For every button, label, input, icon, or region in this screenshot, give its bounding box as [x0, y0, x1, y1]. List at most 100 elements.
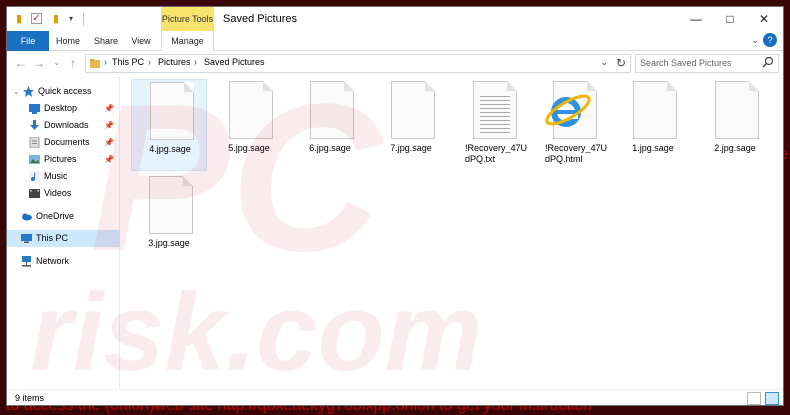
- nav-music[interactable]: Music: [7, 168, 120, 185]
- blank-file-icon: [149, 176, 193, 234]
- network-icon: [22, 256, 31, 267]
- file-item[interactable]: 5.jpg.sage: [211, 79, 287, 171]
- up-arrow-icon[interactable]: ↑: [65, 55, 81, 71]
- blank-file-icon: [715, 81, 759, 139]
- nav-label: Quick access: [38, 86, 92, 96]
- nav-label: Pictures: [44, 154, 77, 164]
- maximize-button[interactable]: □: [713, 7, 747, 31]
- file-name: 6.jpg.sage: [309, 143, 351, 153]
- breadcrumb-saved-pictures[interactable]: Saved Pictures: [204, 57, 265, 67]
- chevron-down-icon[interactable]: ⌄: [13, 83, 20, 100]
- search-placeholder: Search Saved Pictures: [640, 58, 732, 68]
- details-view-icon[interactable]: [747, 392, 761, 405]
- pin-icon[interactable]: 📌: [104, 134, 114, 151]
- folder-icon[interactable]: ▮: [13, 13, 25, 25]
- blank-file-icon: [150, 82, 194, 140]
- file-name: 4.jpg.sage: [149, 144, 191, 154]
- text-file-icon: [473, 81, 517, 139]
- nav-desktop[interactable]: Desktop 📌: [7, 100, 120, 117]
- file-item[interactable]: !Recovery_47UdPQ.txt: [455, 79, 531, 171]
- desktop-icon: [29, 104, 40, 114]
- html-file-icon: [545, 81, 597, 139]
- nav-label: Videos: [44, 188, 72, 198]
- tab-view[interactable]: View: [125, 31, 157, 51]
- tab-manage[interactable]: Manage: [161, 31, 214, 52]
- large-icons-view-icon[interactable]: [765, 392, 779, 405]
- chevron-down-icon[interactable]: ⌄: [751, 35, 759, 46]
- file-item[interactable]: 7.jpg.sage: [373, 79, 449, 171]
- document-icon: [29, 137, 40, 148]
- file-item[interactable]: !Recovery_47UdPQ.html: [535, 79, 611, 171]
- blank-file-icon: [229, 81, 273, 139]
- properties-icon[interactable]: ✓: [31, 13, 42, 24]
- nav-this-pc[interactable]: This PC: [7, 230, 120, 247]
- nav-network[interactable]: Network: [7, 253, 120, 270]
- breadcrumb-pictures[interactable]: Pictures: [158, 57, 191, 67]
- file-item[interactable]: 2.jpg.sage: [697, 79, 773, 171]
- customize-toolbar-icon[interactable]: ▾: [65, 13, 77, 25]
- blank-file-icon: [310, 81, 354, 139]
- tab-share[interactable]: Share: [89, 31, 123, 51]
- forward-arrow-icon[interactable]: →: [31, 55, 47, 71]
- toolbar-divider: [83, 13, 84, 26]
- search-icon[interactable]: [762, 56, 774, 68]
- nav-label: Documents: [44, 137, 90, 147]
- picture-tools-label: Picture Tools: [161, 7, 214, 31]
- recent-locations-icon[interactable]: ⌄: [49, 55, 65, 71]
- tab-home[interactable]: Home: [49, 31, 87, 51]
- status-bar: 9 items: [7, 389, 783, 405]
- nav-label: Network: [36, 256, 70, 266]
- search-box[interactable]: Search Saved Pictures: [635, 54, 779, 73]
- minimize-button[interactable]: —: [679, 7, 713, 31]
- title-bar: ▮ ✓ ▮ ▾ Picture Tools Saved Pictures — □…: [7, 7, 783, 31]
- blank-file-icon: [633, 81, 677, 139]
- refresh-icon[interactable]: ↻: [616, 56, 626, 70]
- file-list[interactable]: 4.jpg.sage 5.jpg.sage 6.jpg.sage 7.jpg.s…: [121, 77, 783, 389]
- breadcrumb-separator-icon: ›: [194, 57, 197, 67]
- pin-icon[interactable]: 📌: [104, 100, 114, 117]
- help-icon[interactable]: ?: [763, 33, 777, 47]
- file-name: 7.jpg.sage: [390, 143, 432, 153]
- nav-label: Music: [44, 171, 68, 181]
- nav-pictures[interactable]: Pictures 📌: [7, 151, 120, 168]
- address-bar[interactable]: › This PC › Pictures › Saved Pictures ⌄ …: [85, 54, 631, 73]
- file-name: !Recovery_47UdPQ.html: [545, 143, 608, 164]
- videos-icon: [29, 189, 40, 198]
- pin-icon[interactable]: 📌: [104, 117, 114, 134]
- breadcrumb-separator-icon: ›: [104, 57, 107, 67]
- nav-label: This PC: [36, 233, 69, 243]
- nav-documents[interactable]: Documents 📌: [7, 134, 120, 151]
- window-title: Saved Pictures: [223, 13, 297, 25]
- computer-icon: [21, 234, 32, 243]
- file-name: 1.jpg.sage: [632, 143, 674, 153]
- file-item[interactable]: 6.jpg.sage: [292, 79, 368, 171]
- file-name: 3.jpg.sage: [148, 238, 190, 248]
- file-name: 2.jpg.sage: [714, 143, 756, 153]
- tab-file[interactable]: File: [7, 31, 49, 51]
- back-arrow-icon[interactable]: ←: [13, 55, 29, 71]
- folder-icon: [90, 59, 100, 68]
- breadcrumb-this-pc[interactable]: This PC: [112, 57, 144, 67]
- close-button[interactable]: ✕: [747, 7, 781, 31]
- nav-label: Desktop: [44, 103, 78, 113]
- nav-downloads[interactable]: Downloads 📌: [7, 117, 120, 134]
- pin-icon[interactable]: 📌: [104, 151, 114, 168]
- music-icon: [29, 171, 40, 182]
- internet-explorer-icon: [545, 94, 591, 127]
- file-item[interactable]: 1.jpg.sage: [615, 79, 691, 171]
- file-name: !Recovery_47UdPQ.txt: [465, 143, 528, 164]
- breadcrumb-separator-icon: ›: [148, 57, 151, 67]
- cloud-icon: [22, 213, 32, 221]
- nav-label: Downloads: [44, 120, 89, 130]
- nav-quick-access[interactable]: ⌄ Quick access: [7, 83, 120, 100]
- new-folder-icon[interactable]: ▮: [50, 13, 62, 25]
- nav-videos[interactable]: Videos: [7, 185, 120, 202]
- nav-onedrive[interactable]: OneDrive: [7, 208, 120, 225]
- chevron-down-icon[interactable]: ⌄: [600, 57, 608, 68]
- file-item[interactable]: 4.jpg.sage: [131, 79, 207, 171]
- star-icon: [23, 86, 34, 97]
- address-row: ← → ⌄ ↑ › This PC › Pictures › Saved Pic…: [7, 51, 783, 77]
- pictures-icon: [29, 155, 40, 164]
- file-item[interactable]: 3.jpg.sage: [131, 174, 207, 266]
- navigation-pane: ⌄ Quick access Desktop 📌 Downloads 📌 Doc…: [7, 77, 120, 389]
